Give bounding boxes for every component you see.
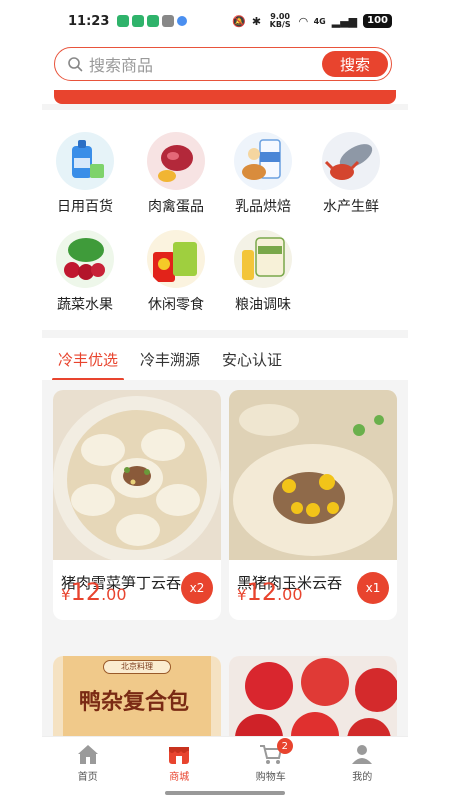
category-grid: 日用百货 肉禽蛋品 乳品烘焙 水产生鲜 蔬菜水果 休闲零食 粮油调味 bbox=[42, 110, 408, 330]
product-card[interactable]: 黑猪肉玉米云吞 ¥12.00 x1 bbox=[229, 390, 397, 620]
search-button[interactable]: 搜索 bbox=[322, 51, 388, 77]
home-icon bbox=[77, 745, 98, 764]
product-tabs: 冷丰优选 冷丰溯源 安心认证 bbox=[42, 338, 408, 381]
nav-label: 我的 bbox=[352, 772, 373, 783]
app-notification-icon bbox=[117, 15, 130, 27]
milk-bread-icon bbox=[234, 132, 292, 190]
detergent-icon bbox=[56, 132, 114, 190]
app-notification-icon bbox=[147, 15, 160, 27]
status-time: 11:23 bbox=[68, 13, 110, 29]
mute-icon: 🔕 bbox=[232, 14, 246, 28]
search-placeholder: 搜索商品 bbox=[89, 56, 154, 75]
fish-crab-icon bbox=[322, 132, 380, 190]
wifi-icon: ◠ bbox=[299, 14, 308, 28]
tab-lengfeng-traceability[interactable]: 冷丰溯源 bbox=[140, 349, 200, 370]
status-right: 🔕 ✱ 9.00 KB/S ◠ 4G ▂▄▆ 100 bbox=[232, 13, 392, 29]
snack-icon bbox=[147, 230, 205, 288]
bluetooth-icon: ✱ bbox=[251, 14, 262, 28]
signal-label: 4G bbox=[313, 16, 326, 26]
tab-safety-certification[interactable]: 安心认证 bbox=[222, 349, 282, 370]
banner[interactable] bbox=[54, 90, 396, 104]
app-notification-icon bbox=[177, 16, 188, 26]
cart-quantity-button[interactable]: x2 bbox=[181, 572, 213, 604]
app-notification-icon bbox=[162, 15, 175, 27]
category-label: 粮油调味 bbox=[235, 297, 291, 313]
product-price: ¥12.00 bbox=[61, 578, 127, 606]
vegetable-fruit-icon bbox=[56, 230, 114, 288]
category-label: 蔬菜水果 bbox=[57, 297, 113, 313]
product-card[interactable]: 猪肉雪菜笋丁云吞 ¥12.00 x2 bbox=[53, 390, 221, 620]
category-item-vegetables-fruit[interactable]: 蔬菜水果 bbox=[42, 230, 128, 314]
signal-icon: ▂▄▆ bbox=[331, 14, 358, 28]
product-image bbox=[229, 656, 397, 746]
notification-icons bbox=[117, 15, 188, 27]
cart-count-badge: 2 bbox=[276, 738, 293, 754]
category-item-seafood[interactable]: 水产生鲜 bbox=[308, 132, 394, 216]
header: 搜索商品 搜索 bbox=[42, 42, 408, 104]
brand-label: 北京料理 bbox=[103, 660, 171, 674]
product-image bbox=[229, 390, 397, 560]
category-label: 肉禽蛋品 bbox=[148, 199, 204, 215]
package-title: 鸭杂复合包 bbox=[79, 690, 190, 715]
product-card[interactable] bbox=[229, 656, 397, 746]
category-label: 日用百货 bbox=[57, 199, 113, 215]
app-notification-icon bbox=[132, 15, 145, 27]
nav-label: 首页 bbox=[77, 772, 98, 783]
status-bar: 11:23 🔕 ✱ 9.00 KB/S ◠ 4G ▂▄▆ 100 bbox=[42, 0, 408, 42]
category-label: 水产生鲜 bbox=[323, 199, 379, 215]
category-item-grain-oil[interactable]: 粮油调味 bbox=[220, 230, 306, 314]
rice-oil-icon bbox=[234, 230, 292, 288]
network-speed: 9.00 KB/S bbox=[269, 12, 291, 29]
category-label: 休闲零食 bbox=[148, 297, 204, 313]
product-grid: 猪肉雪菜笋丁云吞 ¥12.00 x2 黑猪肉玉米云吞 ¥12.00 x1 北京料… bbox=[42, 380, 408, 746]
shop-icon bbox=[169, 747, 190, 764]
product-card[interactable]: 北京料理 鸭杂复合包 bbox=[53, 656, 221, 746]
product-price: ¥12.00 bbox=[237, 578, 303, 606]
profile-icon bbox=[352, 745, 373, 764]
search-icon bbox=[68, 57, 83, 72]
nav-home[interactable]: 首页 bbox=[42, 737, 134, 800]
home-indicator bbox=[165, 791, 285, 795]
category-item-dairy-bakery[interactable]: 乳品烘焙 bbox=[220, 132, 306, 216]
battery-icon: 100 bbox=[363, 14, 392, 28]
search-input[interactable]: 搜索商品 搜索 bbox=[54, 47, 392, 81]
product-image: 北京料理 鸭杂复合包 bbox=[53, 656, 221, 746]
nav-label: 购物车 bbox=[255, 772, 286, 783]
nav-label: 商城 bbox=[169, 772, 190, 783]
category-item-meat-eggs[interactable]: 肉禽蛋品 bbox=[133, 132, 219, 216]
tab-lengfeng-selection[interactable]: 冷丰优选 bbox=[51, 349, 125, 381]
meat-egg-icon bbox=[147, 132, 205, 190]
product-image bbox=[53, 390, 221, 560]
category-label: 乳品烘焙 bbox=[235, 199, 291, 215]
cart-quantity-button[interactable]: x1 bbox=[357, 572, 389, 604]
category-item-daily-goods[interactable]: 日用百货 bbox=[42, 132, 128, 216]
nav-profile[interactable]: 我的 bbox=[317, 737, 409, 800]
category-item-snacks[interactable]: 休闲零食 bbox=[133, 230, 219, 314]
